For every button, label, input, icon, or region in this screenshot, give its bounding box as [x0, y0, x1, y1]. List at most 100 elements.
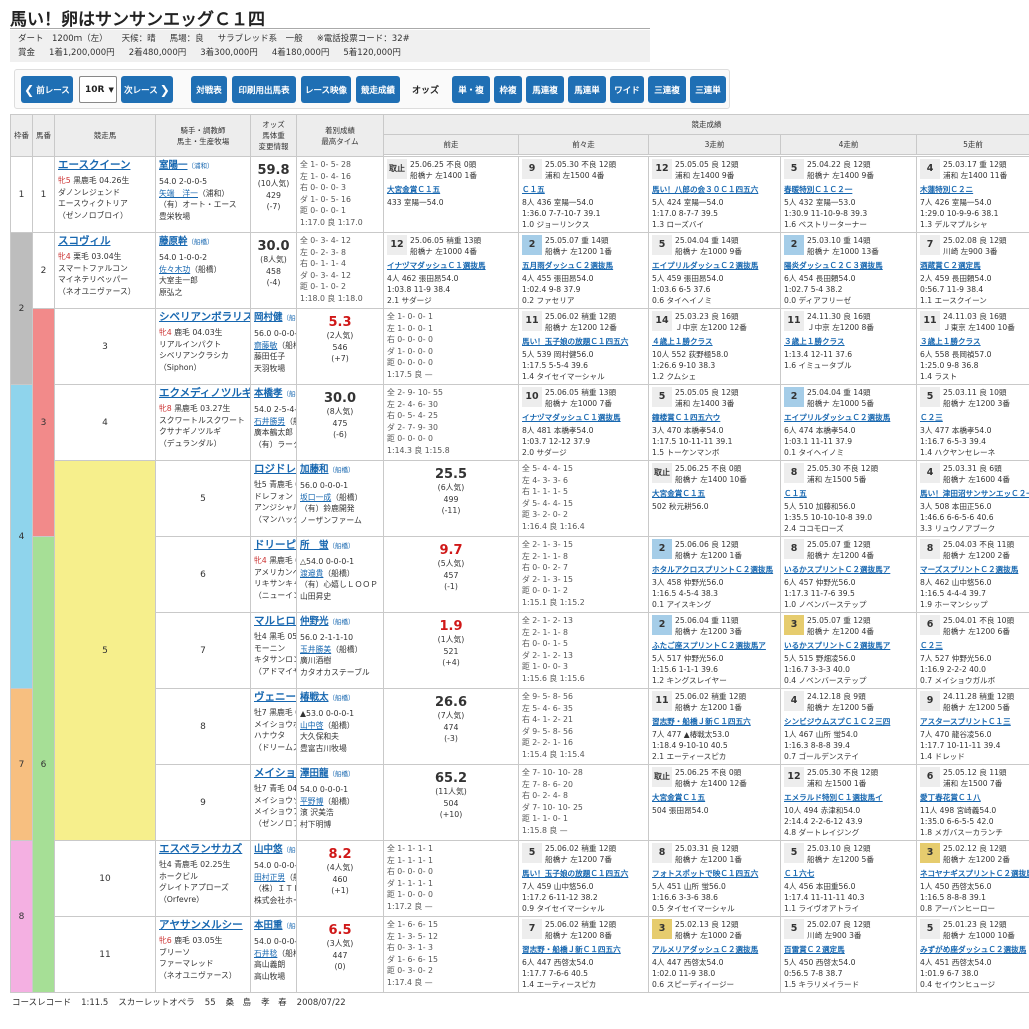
race-video-button[interactable]: レース映像: [301, 76, 351, 103]
past-race-name-link[interactable]: エメラルド特別Ｃ１選抜馬イ: [784, 792, 913, 803]
trainer-link[interactable]: 玉井勝美: [300, 645, 331, 654]
past-race-name-link[interactable]: 大宮金賞Ｃ１五: [387, 184, 515, 195]
past-race-name-link[interactable]: ネコヤナギスプリントＣ２選抜馬: [920, 868, 1029, 879]
odds-trio-button[interactable]: 三連複: [648, 76, 686, 103]
past-race-name-link[interactable]: 馬い！玉子娘の放題Ｃ１四五六: [522, 868, 645, 879]
horse-name-link[interactable]: エースクイーン: [58, 159, 152, 172]
odds-win-place-button[interactable]: 単・複: [452, 76, 490, 103]
past-race-name-link[interactable]: ホタルアクロスプリントＣ２選抜馬: [652, 564, 777, 575]
matchup-button[interactable]: 対戦表: [191, 76, 227, 103]
odds-wide-button[interactable]: ワイド: [610, 76, 644, 103]
race-select[interactable]: 10R ▼: [79, 76, 117, 103]
past-race-cell: 取止 25.06.25 不良 0頭 船橋ナ 左1400 10番 大宮金賞Ｃ１五 502 …: [648, 460, 781, 537]
past-race-name-link[interactable]: 馬い！津田沼サンサンエッＣ２一: [920, 488, 1029, 499]
trainer-link[interactable]: 石井稔: [254, 949, 277, 958]
horse-name-link[interactable]: エスペランサカズ: [159, 843, 247, 856]
past-race-name-link[interactable]: いるかスプリントＣ２選抜馬ア: [784, 640, 913, 651]
past-race-name-link[interactable]: 木蓮特別Ｃ２ニ: [920, 184, 1026, 195]
past-race-name-link[interactable]: Ｃ２三: [920, 640, 1026, 651]
jockey-link[interactable]: 藤原幹: [159, 236, 188, 247]
finish-position: 5: [652, 235, 672, 255]
past-race-name-link[interactable]: いるかスプリントＣ２選抜馬ア: [784, 564, 913, 575]
past-race-name-link[interactable]: ３歳上１勝クラス: [784, 336, 913, 347]
past-race-name-link[interactable]: 馬い！玉子娘の放題Ｃ１四五六: [522, 336, 645, 347]
past-race-name-link[interactable]: 習志野・船橋Ｊ新Ｃ１四五六: [522, 944, 645, 955]
past-race-name-link[interactable]: イナヅマダッシュＣ１選抜馬: [522, 412, 645, 423]
horse-name-link[interactable]: マルヒロナイト: [254, 615, 296, 628]
past-race-course: 船橋ナ 左1200 12番: [545, 323, 617, 332]
trainer-link[interactable]: 山中啓: [300, 721, 323, 730]
trainer-link[interactable]: 平野博: [300, 797, 323, 806]
prev-race-button[interactable]: ❮ 前レース: [21, 76, 73, 103]
trainer-link[interactable]: 佐々木功: [159, 265, 190, 274]
horse-name-link[interactable]: メイショウワウカ: [254, 767, 296, 780]
trainer-link[interactable]: 渡邉貴: [300, 569, 323, 578]
past-race-name-link[interactable]: エイプリルダッシュＣ２選抜馬: [652, 260, 777, 271]
trainer-link[interactable]: 坂口一成: [300, 493, 331, 502]
jockey-link[interactable]: 室陽一: [159, 160, 188, 171]
odds-exacta-button[interactable]: 馬連単: [568, 76, 606, 103]
past-race-header: 8 25.03.31 良 12頭 船橋ナ 左1200 1番: [652, 843, 777, 865]
past-race-name-link[interactable]: アルメリアダッシュＣ２選抜馬: [652, 944, 777, 955]
horse-name-link[interactable]: シベリアンボラリス: [159, 311, 250, 324]
jockey-link[interactable]: 加藤和: [300, 464, 329, 475]
past-race-name-link[interactable]: 五月雨ダッシュＣ２選抜馬: [522, 260, 645, 271]
horse-name-link[interactable]: アヤサンメルシー: [159, 919, 247, 932]
past-race-name-link[interactable]: フォトスポットで映Ｃ１四五六: [652, 868, 777, 879]
print-card-button[interactable]: 印刷用出馬表: [232, 76, 296, 103]
past-race-header: 7 25.02.08 良 12頭 川崎 左900 3番: [920, 235, 1026, 257]
record-line: 全 2- 1- 2- 13: [522, 616, 573, 625]
past-race-name-link[interactable]: マーズスプリントＣ２選抜馬: [920, 564, 1026, 575]
past-race-name-link[interactable]: 大宮金賞Ｃ１五: [652, 488, 777, 499]
owner-name: 藤田任子: [254, 352, 286, 361]
past-race-name-link[interactable]: Ｃ１六七: [784, 868, 913, 879]
past-race-name-link[interactable]: Ｃ２三: [920, 412, 1026, 423]
jockey-link[interactable]: 山中悠: [254, 844, 283, 855]
jockey-link[interactable]: 椿戦太: [300, 692, 329, 703]
past-race-name-link[interactable]: 陽炎ダッシュＣ２Ｃ３選抜馬: [784, 260, 913, 271]
trainer-link[interactable]: 石井勝男: [254, 417, 285, 426]
horse-name-link[interactable]: エクメディノツルギ: [159, 387, 250, 400]
record-line: 全 0- 3- 4- 12: [300, 236, 351, 245]
past-race-name-link[interactable]: 酒蔵賞Ｃ２選定馬: [920, 260, 1026, 271]
trainer-link[interactable]: 矢端 洋一: [159, 189, 198, 198]
jockey-link[interactable]: 本橋孝: [254, 388, 283, 399]
horse-broodmare-sire: （ネオユニヴァース）: [159, 970, 237, 980]
past-race-name-link[interactable]: 習志野・船橋Ｊ新Ｃ１四五六: [652, 716, 777, 727]
past-race-name-link[interactable]: エイプリルダッシュＣ２選抜馬: [784, 412, 913, 423]
past-race-name-link[interactable]: アスタースプリントＣ１三: [920, 716, 1026, 727]
past-race-detail: 10人 494 赤津和54.0: [784, 806, 861, 815]
past-race-name-link[interactable]: 愛丁春花賞Ｃ１八: [920, 792, 1026, 803]
jockey-link[interactable]: 岡村健: [254, 312, 283, 323]
race-results-button[interactable]: 競走成績: [356, 76, 400, 103]
odds-trifecta-button[interactable]: 三連単: [690, 76, 726, 103]
jockey-link[interactable]: 所 蛍: [300, 540, 329, 551]
past-race-name-link[interactable]: シンビジウムスプＣ１Ｃ２三四: [784, 716, 913, 727]
past-race-name-link[interactable]: ４歳上１勝クラス: [652, 336, 777, 347]
past-race-name-link[interactable]: Ｃ１五: [522, 184, 645, 195]
past-race-name-link[interactable]: 鐘楼賞Ｃ１四五六ウ: [652, 412, 777, 423]
trainer-link[interactable]: 田村正男: [254, 873, 285, 882]
past-race-name-link[interactable]: 百雷賞Ｃ２選定馬: [784, 944, 913, 955]
past-race-name-link[interactable]: Ｃ１五: [784, 488, 913, 499]
past-race-name-link[interactable]: 馬い！八郎の会３０Ｃ１四五六: [652, 184, 777, 195]
jockey-link[interactable]: 澤田龍: [300, 768, 329, 779]
past-race-name-link[interactable]: ３歳上１勝クラス: [920, 336, 1026, 347]
next-race-button[interactable]: 次レース ❯: [121, 76, 173, 103]
horse-name-link[interactable]: ドリーピー: [254, 539, 296, 552]
past-race-name-link[interactable]: 大宮金賞Ｃ１五: [652, 792, 777, 803]
past-race-name-link[interactable]: 春暖特別Ｃ１Ｃ２一: [784, 184, 913, 195]
past-race-name-link[interactable]: ふたご座スプリントＣ２選抜馬ア: [652, 640, 777, 651]
past-race-winner: 0.8 アーバンヒーロー: [920, 904, 996, 913]
horse-name-link[interactable]: ヴェニーレ: [254, 691, 296, 704]
jockey-link[interactable]: 仲野光: [300, 616, 329, 627]
odds-quinella-button[interactable]: 馬連複: [526, 76, 564, 103]
jockey-link[interactable]: 本田重: [254, 920, 283, 931]
past-race-name-link[interactable]: みずがめ座ダッシュＣ２選抜馬: [920, 944, 1026, 955]
horse-profile: 牡7 青毛 04.19生: [254, 783, 296, 795]
odds-bracket-button[interactable]: 枠複: [494, 76, 522, 103]
horse-name-link[interactable]: スコヴィル: [58, 235, 152, 248]
horse-name-link[interactable]: ロジドレフォン: [254, 463, 296, 476]
trainer-link[interactable]: 齋藤敏: [254, 341, 277, 350]
past-race-name-link[interactable]: イナヅマダッシュＣ１選抜馬: [387, 260, 515, 271]
